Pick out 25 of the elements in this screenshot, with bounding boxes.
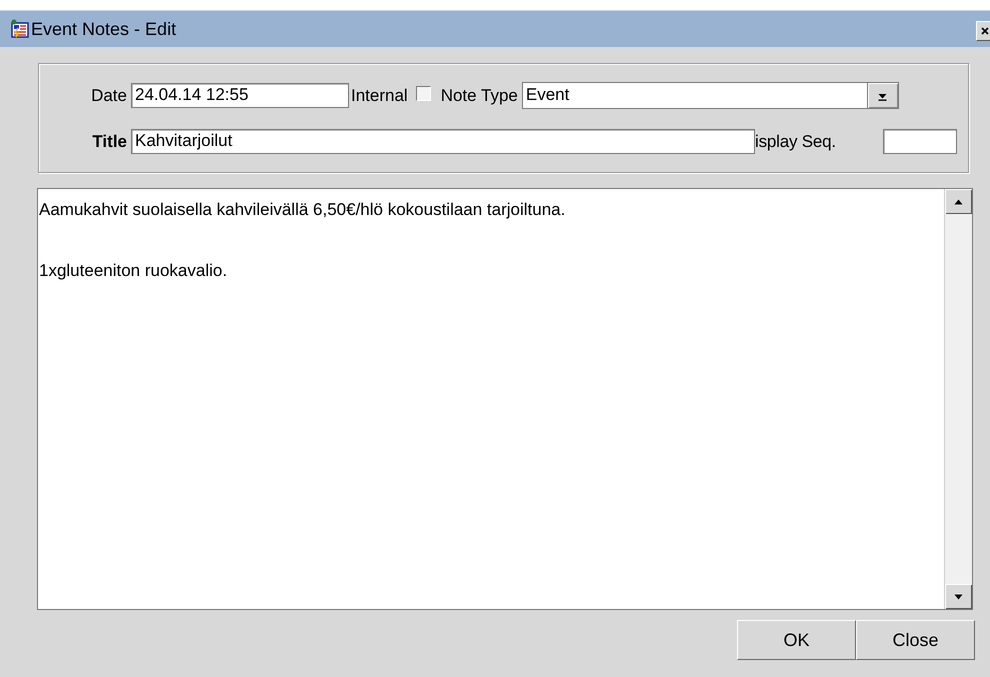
internal-checkbox[interactable] — [416, 86, 431, 101]
note-type-dropdown[interactable]: Event — [522, 82, 899, 109]
close-icon — [980, 26, 990, 36]
ok-button[interactable]: OK — [737, 620, 856, 660]
down-arrow-icon — [954, 594, 963, 600]
scroll-down-button[interactable] — [945, 584, 972, 609]
dropdown-button[interactable] — [866, 83, 898, 108]
close-button[interactable] — [976, 21, 990, 41]
scroll-up-button[interactable] — [945, 189, 972, 214]
note-text-area[interactable]: Aamukahvit suolaisella kahvileivällä 6,50€/hlö kokoustilaan tarjoiltuna. 1xgluteeniton ruokavalio. — [37, 188, 973, 610]
title-label: Title — [91, 132, 128, 152]
note-paragraph: Aamukahvit suolaisella kahvileivällä 6,50€/hlö kokoustilaan tarjoiltuna. — [39, 199, 566, 221]
close-dialog-button[interactable]: Close — [856, 620, 975, 660]
display-seq-field[interactable] — [883, 129, 957, 154]
app-icon — [10, 19, 30, 39]
window-title: Event Notes - Edit — [31, 18, 176, 40]
scrollbar[interactable] — [944, 189, 972, 609]
date-label: Date — [90, 86, 128, 106]
display-seq-label: isplay Seq. — [755, 132, 837, 152]
note-paragraph: 1xgluteeniton ruokavalio. — [39, 260, 228, 282]
note-type-label: Note Type — [440, 86, 519, 106]
up-arrow-icon — [954, 198, 963, 204]
date-field[interactable]: 24.04.14 12:55 — [131, 83, 349, 108]
title-field[interactable]: Kahvitarjoilut — [131, 129, 755, 154]
internal-label: Internal — [350, 86, 409, 106]
